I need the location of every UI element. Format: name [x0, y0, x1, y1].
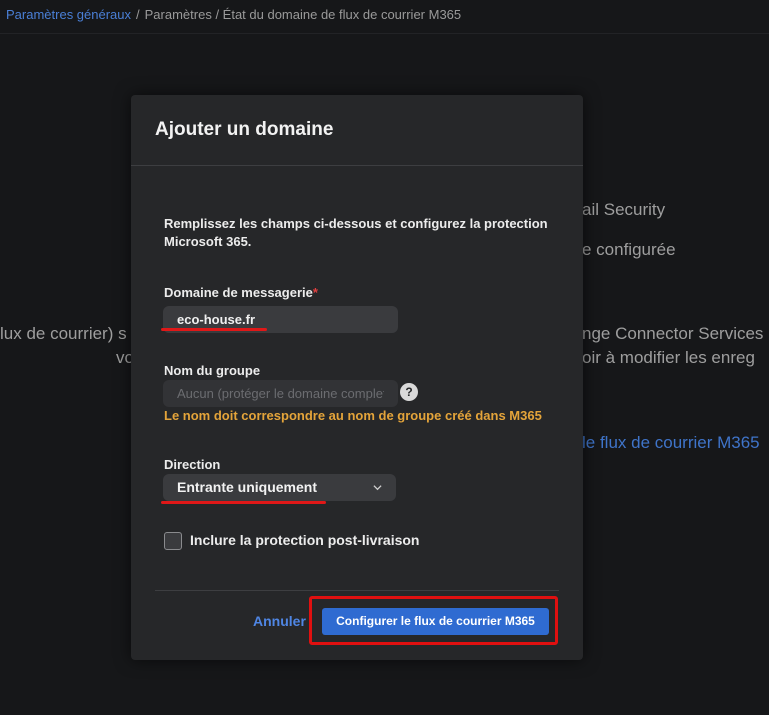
required-asterisk: * — [312, 285, 318, 300]
annotation-underline-direction — [161, 501, 326, 504]
group-input[interactable] — [177, 380, 384, 407]
group-warning-text: Le nom doit correspondre au nom de group… — [164, 408, 542, 423]
dialog-title: Ajouter un domaine — [155, 119, 334, 140]
background-text-connector: nge Connector Services — [582, 324, 764, 343]
question-circle-icon[interactable]: ? — [400, 383, 418, 401]
direction-label: Direction — [164, 457, 221, 472]
cancel-button[interactable]: Annuler — [253, 613, 306, 629]
background-text-records: oir à modifier les enreg — [582, 348, 755, 367]
group-label: Nom du groupe — [164, 363, 261, 378]
dialog-header-divider — [131, 165, 583, 166]
breadcrumb: Paramètres généraux / Paramètres / État du… — [6, 7, 461, 22]
background-text-mail-flow: lux de courrier) s — [0, 324, 127, 343]
background-text-configured: e configurée — [582, 240, 676, 259]
chevron-down-icon — [373, 485, 382, 491]
domain-label-text: Domaine de messagerie — [164, 285, 313, 300]
direction-selected-value: Entrante uniquement — [177, 479, 318, 495]
dialog-intro-text: Remplissez les champs ci-dessous et conf… — [164, 216, 548, 249]
annotation-underline-domain — [161, 328, 267, 331]
domain-label: Domaine de messagerie* — [164, 285, 318, 300]
header-divider — [0, 33, 769, 34]
post-delivery-checkbox[interactable] — [164, 532, 182, 550]
background-link-mail-flow[interactable]: le flux de courrier M365 — [582, 433, 760, 453]
breadcrumb-link-general-settings[interactable]: Paramètres généraux — [6, 7, 131, 22]
background-text-security: ail Security — [582, 200, 666, 219]
breadcrumb-current-path: Paramètres / État du domaine de flux de … — [144, 7, 462, 22]
direction-select[interactable]: Entrante uniquement — [163, 474, 396, 501]
configure-mail-flow-button[interactable]: Configurer le flux de courrier M365 — [322, 608, 549, 635]
post-delivery-label[interactable]: Inclure la protection post-livraison — [190, 532, 419, 548]
group-field-wrapper — [163, 380, 398, 407]
add-domain-dialog: Ajouter un domaine Remplissez les champs… — [131, 95, 583, 660]
dialog-footer-divider — [155, 590, 559, 591]
breadcrumb-separator: / — [136, 7, 140, 22]
